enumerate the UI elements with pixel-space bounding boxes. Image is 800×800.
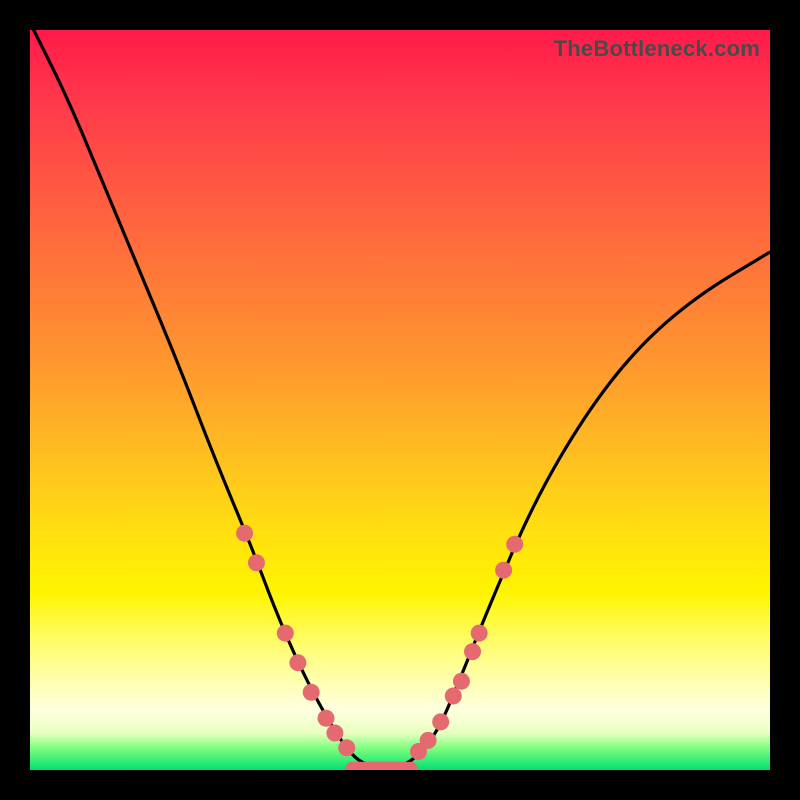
left-dot-2 [248,554,265,571]
right-dot-2 [420,732,437,749]
left-dot-1 [236,525,253,542]
left-dot-7 [326,725,343,742]
right-dot-4 [445,688,462,705]
right-dot-5 [453,673,470,690]
right-dot-6 [464,643,481,660]
left-dot-3 [277,625,294,642]
bottleneck-curve [30,30,770,766]
right-dot-7 [471,625,488,642]
left-dot-4 [289,654,306,671]
marker-group [236,525,523,760]
right-dot-8 [495,562,512,579]
plot-area: TheBottleneck.com [30,30,770,770]
left-dot-6 [318,710,335,727]
right-dot-3 [432,713,449,730]
left-dot-5 [303,684,320,701]
right-dot-9 [506,536,523,553]
chart-frame: TheBottleneck.com [0,0,800,800]
left-dot-8 [338,739,355,756]
chart-svg [30,30,770,770]
